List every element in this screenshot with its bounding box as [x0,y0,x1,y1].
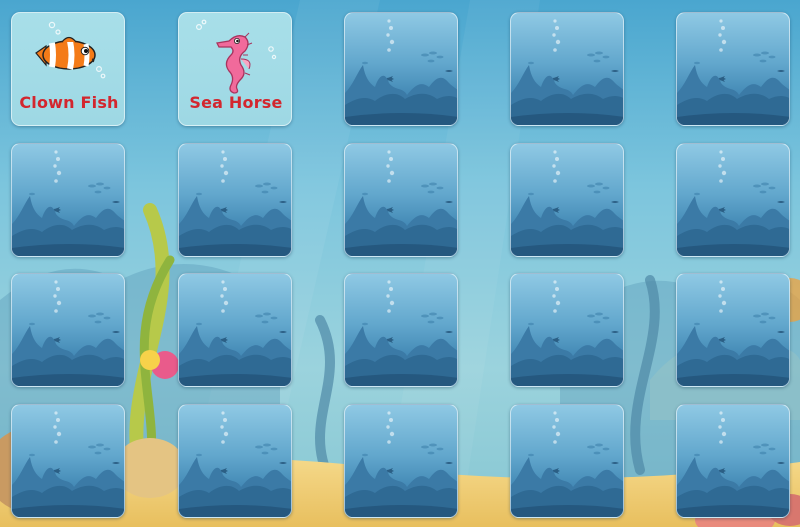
underwater-card-back-icon [677,411,789,517]
underwater-card-back-icon [511,411,623,517]
underwater-card-back-icon [12,411,124,517]
memory-card-hidden[interactable] [344,273,458,387]
memory-card-hidden[interactable] [510,273,624,387]
card-label: Sea Horse [189,93,283,112]
memory-card-hidden[interactable] [178,404,292,518]
memory-card-revealed[interactable]: Sea Horse [178,12,292,126]
memory-card-hidden[interactable] [676,273,790,387]
underwater-card-back-icon [12,150,124,256]
underwater-card-back-icon [511,150,623,256]
memory-card-hidden[interactable] [676,12,790,126]
memory-card-hidden[interactable] [178,143,292,257]
memory-card-hidden[interactable] [344,143,458,257]
underwater-card-back-icon [345,19,457,125]
memory-card-hidden[interactable] [510,404,624,518]
memory-card-hidden[interactable] [11,273,125,387]
memory-card-hidden[interactable] [676,404,790,518]
memory-card-grid: Clown Fish Sea Horse [0,0,800,527]
underwater-card-back-icon [677,19,789,125]
memory-card-hidden[interactable] [510,143,624,257]
underwater-card-back-icon [677,280,789,386]
underwater-card-back-icon [179,411,291,517]
underwater-card-back-icon [345,280,457,386]
memory-card-hidden[interactable] [344,12,458,126]
memory-card-hidden[interactable] [676,143,790,257]
memory-card-hidden[interactable] [510,12,624,126]
memory-card-hidden[interactable] [344,404,458,518]
card-label: Clown Fish [19,93,119,112]
underwater-card-back-icon [345,150,457,256]
memory-card-hidden[interactable] [11,404,125,518]
underwater-card-back-icon [511,280,623,386]
underwater-card-back-icon [511,19,623,125]
memory-card-hidden[interactable] [11,143,125,257]
memory-card-hidden[interactable] [178,273,292,387]
underwater-card-back-icon [179,280,291,386]
underwater-card-back-icon [677,150,789,256]
memory-card-revealed[interactable]: Clown Fish [11,12,125,126]
underwater-card-back-icon [345,411,457,517]
underwater-card-back-icon [12,280,124,386]
underwater-card-back-icon [179,150,291,256]
